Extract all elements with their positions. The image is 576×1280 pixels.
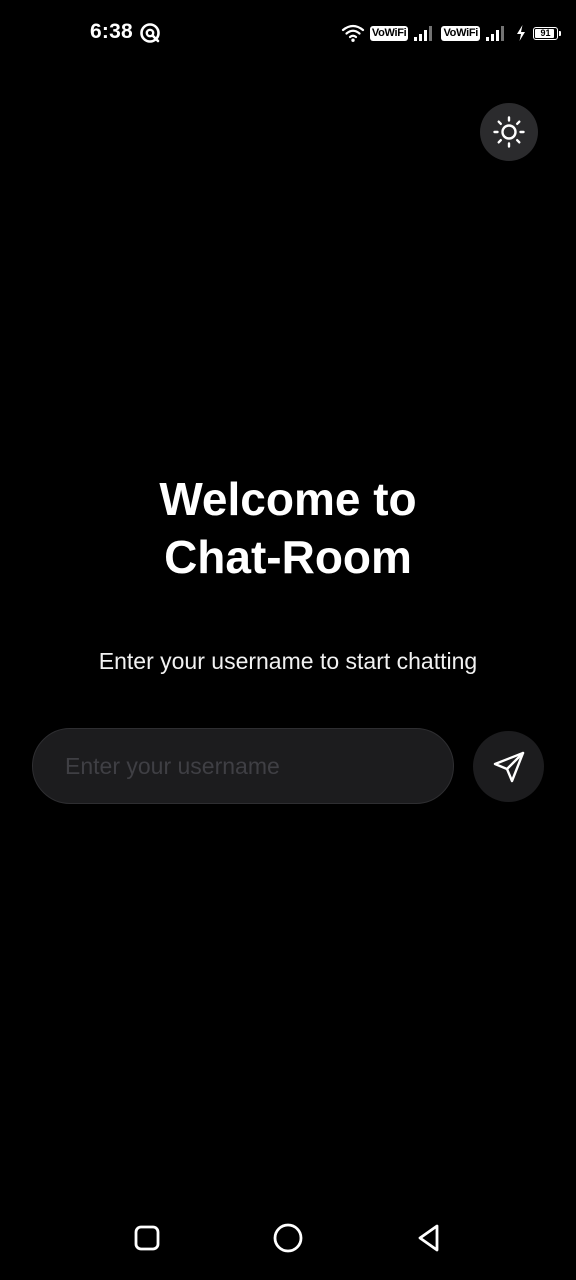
status-bar: 6:38 VoWiFi VoWiFi 91 <box>0 0 576 66</box>
system-navigation-bar <box>0 1196 576 1280</box>
battery-icon: 91 <box>533 26 561 40</box>
welcome-title-line-1: Welcome to <box>159 473 417 525</box>
welcome-title: Welcome to Chat-Room <box>0 470 576 586</box>
welcome-title-line-2: Chat-Room <box>164 531 412 583</box>
signal-icon <box>414 26 433 41</box>
charging-icon <box>517 25 525 41</box>
back-button[interactable] <box>407 1216 451 1260</box>
home-button[interactable] <box>266 1216 310 1260</box>
app-notification-icon <box>140 23 160 43</box>
back-icon <box>418 1224 439 1252</box>
signal-icon <box>486 26 504 41</box>
vowifi-badge: VoWiFi <box>369 25 409 41</box>
status-time: 6:38 <box>90 20 133 43</box>
home-icon <box>273 1223 303 1253</box>
recent-apps-icon <box>134 1225 160 1251</box>
vowifi-badge: VoWiFi <box>441 25 480 41</box>
status-icons: VoWiFi VoWiFi 91 <box>341 20 561 46</box>
send-button[interactable] <box>473 731 544 802</box>
theme-toggle-button[interactable] <box>480 103 538 161</box>
send-icon <box>493 751 524 782</box>
welcome-subtitle: Enter your username to start chatting <box>98 648 478 674</box>
recent-apps-button[interactable] <box>125 1216 169 1260</box>
sun-icon <box>493 116 525 148</box>
wifi-icon <box>341 24 364 42</box>
username-input[interactable] <box>32 728 454 804</box>
battery-percentage: 91 <box>540 28 551 38</box>
